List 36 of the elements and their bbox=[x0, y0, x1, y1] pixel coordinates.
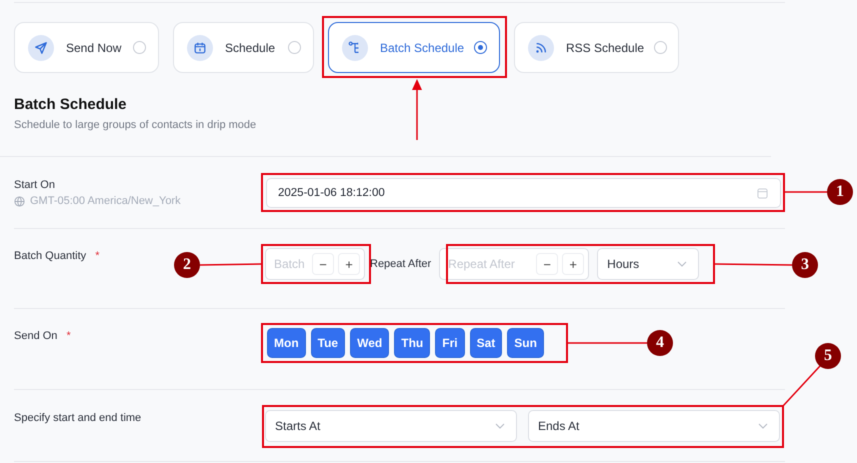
number-stepper[interactable]: Batch − + bbox=[265, 248, 365, 280]
field-label: Send On bbox=[14, 330, 58, 342]
day-toggle[interactable]: Mon bbox=[267, 328, 306, 358]
decrement-button[interactable]: − bbox=[536, 253, 558, 275]
decrement-button[interactable]: − bbox=[312, 253, 334, 275]
field-label: Batch Quantity bbox=[14, 250, 86, 262]
day-toggle[interactable]: Sat bbox=[470, 328, 502, 358]
day-toggle[interactable]: Tue bbox=[310, 328, 346, 358]
required-mark: * bbox=[95, 250, 100, 262]
time-dropdown[interactable]: Starts At bbox=[265, 410, 517, 442]
section-subtitle: Schedule to large groups of contacts in drip mode bbox=[14, 119, 258, 131]
day-toggle[interactable]: Sun bbox=[507, 328, 544, 358]
mode-card[interactable]: Send Now bbox=[14, 22, 159, 73]
number-stepper[interactable]: Repeat After − + bbox=[439, 248, 590, 280]
mode-card[interactable]: Batch Schedule bbox=[328, 22, 500, 73]
unit-dropdown[interactable]: Hours bbox=[597, 248, 700, 280]
timezone-text: GMT-05:00 America/New_York bbox=[30, 195, 181, 207]
field-label: Repeat After bbox=[370, 258, 432, 270]
day-toggle[interactable]: Wed bbox=[350, 328, 390, 358]
date-field[interactable]: 2025-01-06 18:12:00 bbox=[266, 178, 781, 208]
field-label: Specify start and end time bbox=[14, 412, 142, 424]
day-toggle[interactable]: Fri bbox=[435, 328, 465, 358]
callout-badge: 5 bbox=[815, 343, 841, 369]
mode-card[interactable]: RSS Schedule bbox=[514, 22, 679, 73]
time-dropdown[interactable]: Ends At bbox=[528, 410, 780, 442]
increment-button[interactable]: + bbox=[562, 253, 584, 275]
callout-badge: 4 bbox=[647, 330, 673, 356]
required-mark: * bbox=[66, 330, 71, 342]
callout-badge: 2 bbox=[174, 252, 200, 278]
callout-badge: 1 bbox=[827, 179, 853, 205]
mode-card[interactable]: Schedule bbox=[173, 22, 314, 73]
increment-button[interactable]: + bbox=[338, 253, 360, 275]
section-title: Batch Schedule bbox=[14, 96, 128, 113]
callout-badge: 3 bbox=[792, 252, 818, 278]
day-toggle[interactable]: Thu bbox=[394, 328, 430, 358]
field-label: Start On bbox=[14, 179, 55, 191]
